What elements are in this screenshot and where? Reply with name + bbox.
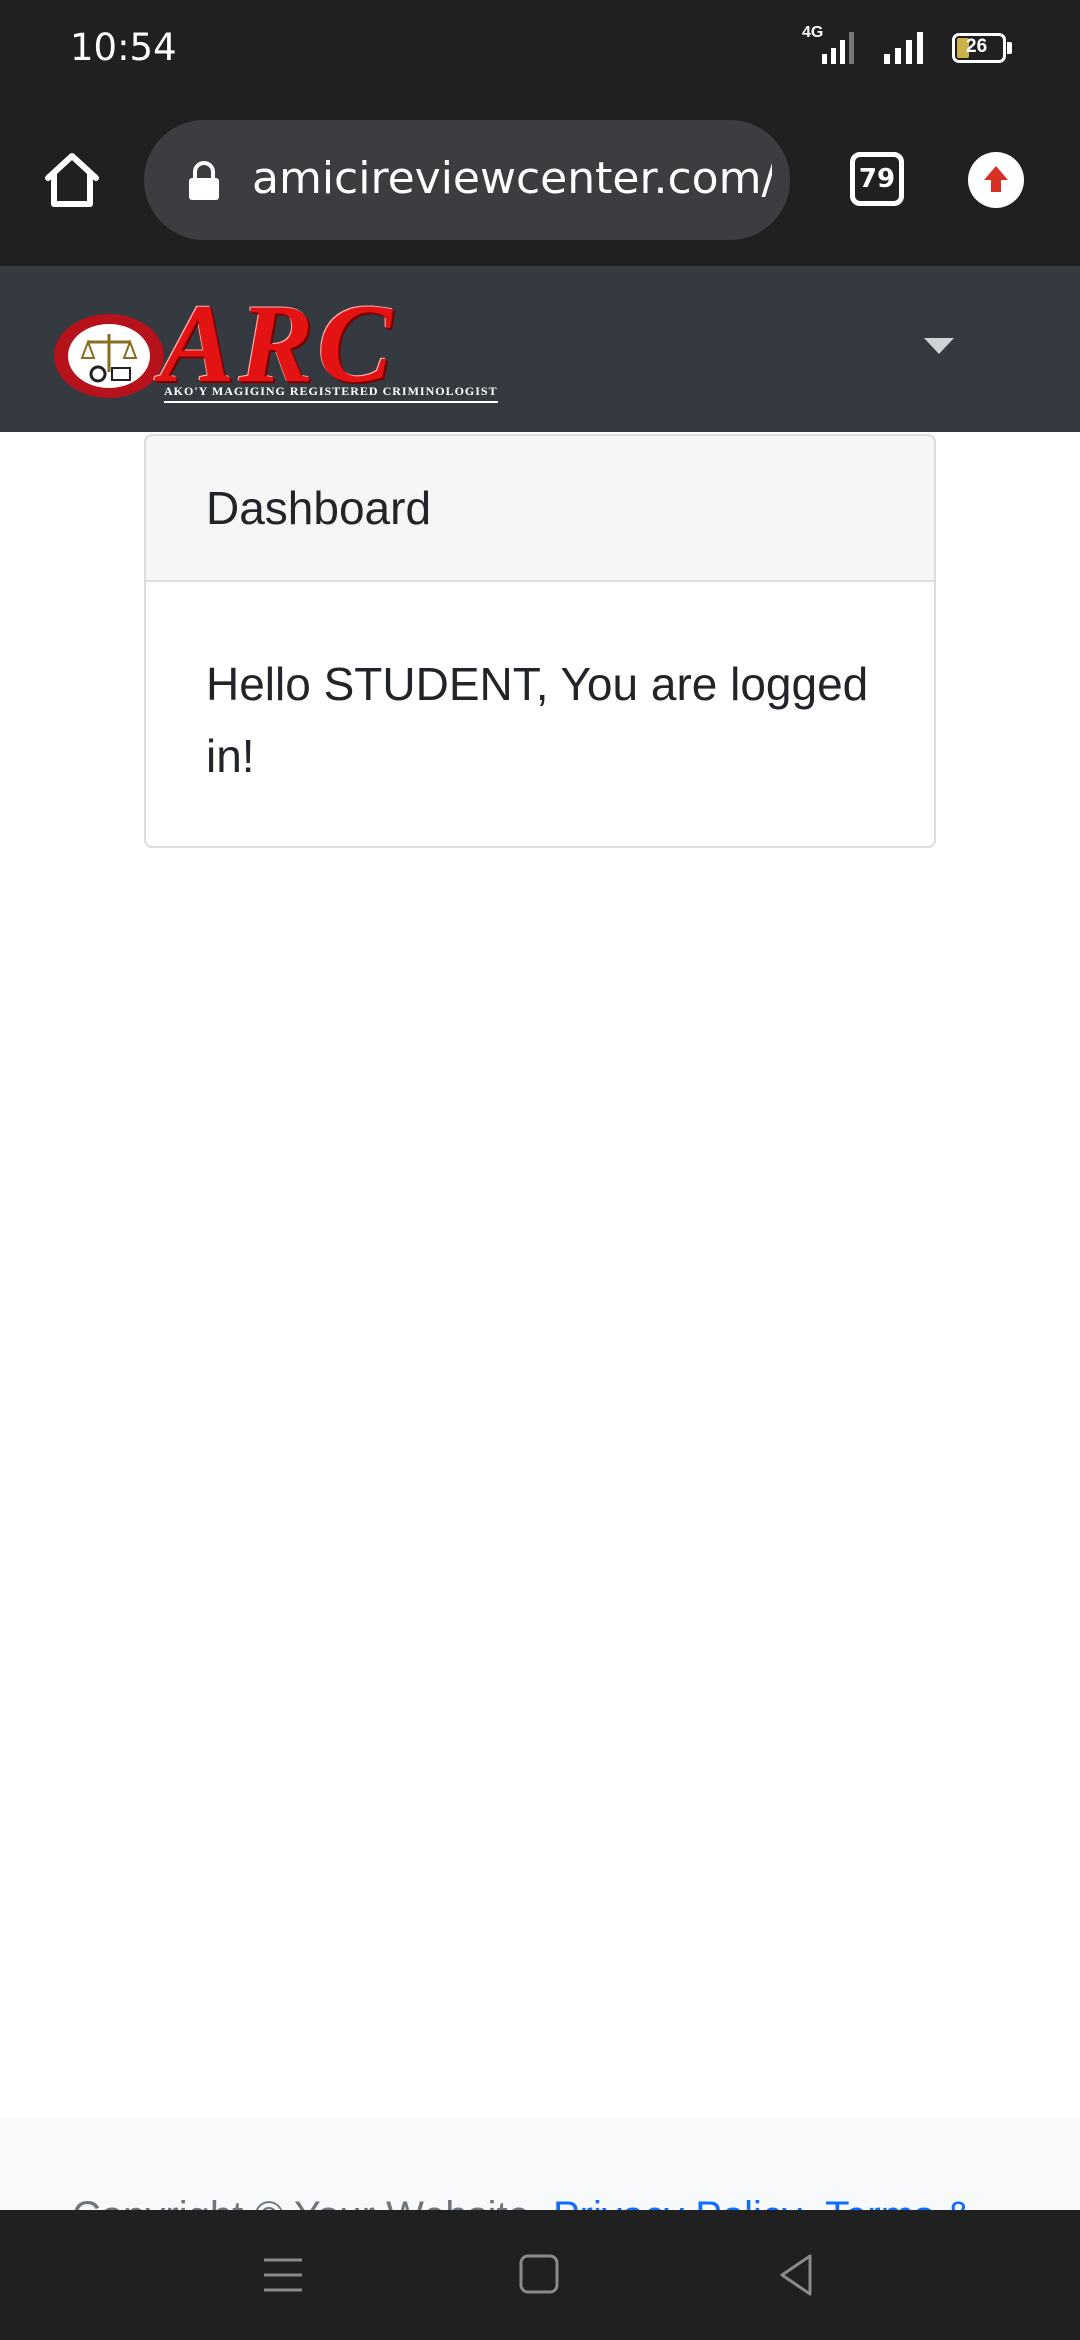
- system-navigation-bar: [0, 2210, 1080, 2340]
- site-navbar: ARC AKO'Y MAGIGING REGISTERED CRIMINOLOG…: [0, 266, 1080, 432]
- update-icon[interactable]: [968, 152, 1024, 208]
- address-bar[interactable]: amicireviewcenter.com/student: [144, 120, 790, 240]
- seal-icon: [54, 314, 164, 398]
- battery-level: 26: [966, 36, 988, 57]
- signal-icon: [884, 32, 923, 64]
- home-icon[interactable]: [40, 148, 104, 212]
- back-icon[interactable]: [772, 2250, 822, 2300]
- card-header: Dashboard: [146, 436, 934, 582]
- brand-tagline: AKO'Y MAGIGING REGISTERED CRIMINOLOGIST: [164, 384, 498, 403]
- brand-logo[interactable]: ARC AKO'Y MAGIGING REGISTERED CRIMINOLOG…: [50, 282, 498, 410]
- battery-icon: 26: [952, 33, 1012, 63]
- home-square-icon[interactable]: [515, 2250, 565, 2300]
- privacy-policy-link[interactable]: Privacy Policy: [553, 2194, 802, 2210]
- network-type: 4G: [802, 24, 824, 41]
- mobile-data-icon: 4G: [802, 24, 856, 68]
- chevron-down-icon[interactable]: [924, 336, 954, 356]
- tab-switcher-button[interactable]: 79: [850, 152, 904, 206]
- terms-link[interactable]: Terms &: [825, 2194, 972, 2210]
- status-bar: 10:54 4G 26: [0, 0, 1080, 100]
- lock-icon: [189, 161, 219, 200]
- card-body: Hello STUDENT, You are logged in!: [206, 658, 869, 782]
- browser-toolbar: amicireviewcenter.com/student 79: [0, 100, 1080, 266]
- menu-icon[interactable]: [258, 2250, 308, 2300]
- footer-copyright: Copyright © Your Website: [72, 2194, 530, 2210]
- status-icons: 4G 26: [802, 24, 1012, 68]
- url-text[interactable]: amicireviewcenter.com/student: [252, 153, 772, 209]
- status-time: 10:54: [70, 26, 177, 69]
- site-footer: Copyright © Your Website Privacy Policy …: [0, 2118, 1080, 2210]
- dashboard-card: Dashboard Hello STUDENT, You are logged …: [144, 434, 936, 848]
